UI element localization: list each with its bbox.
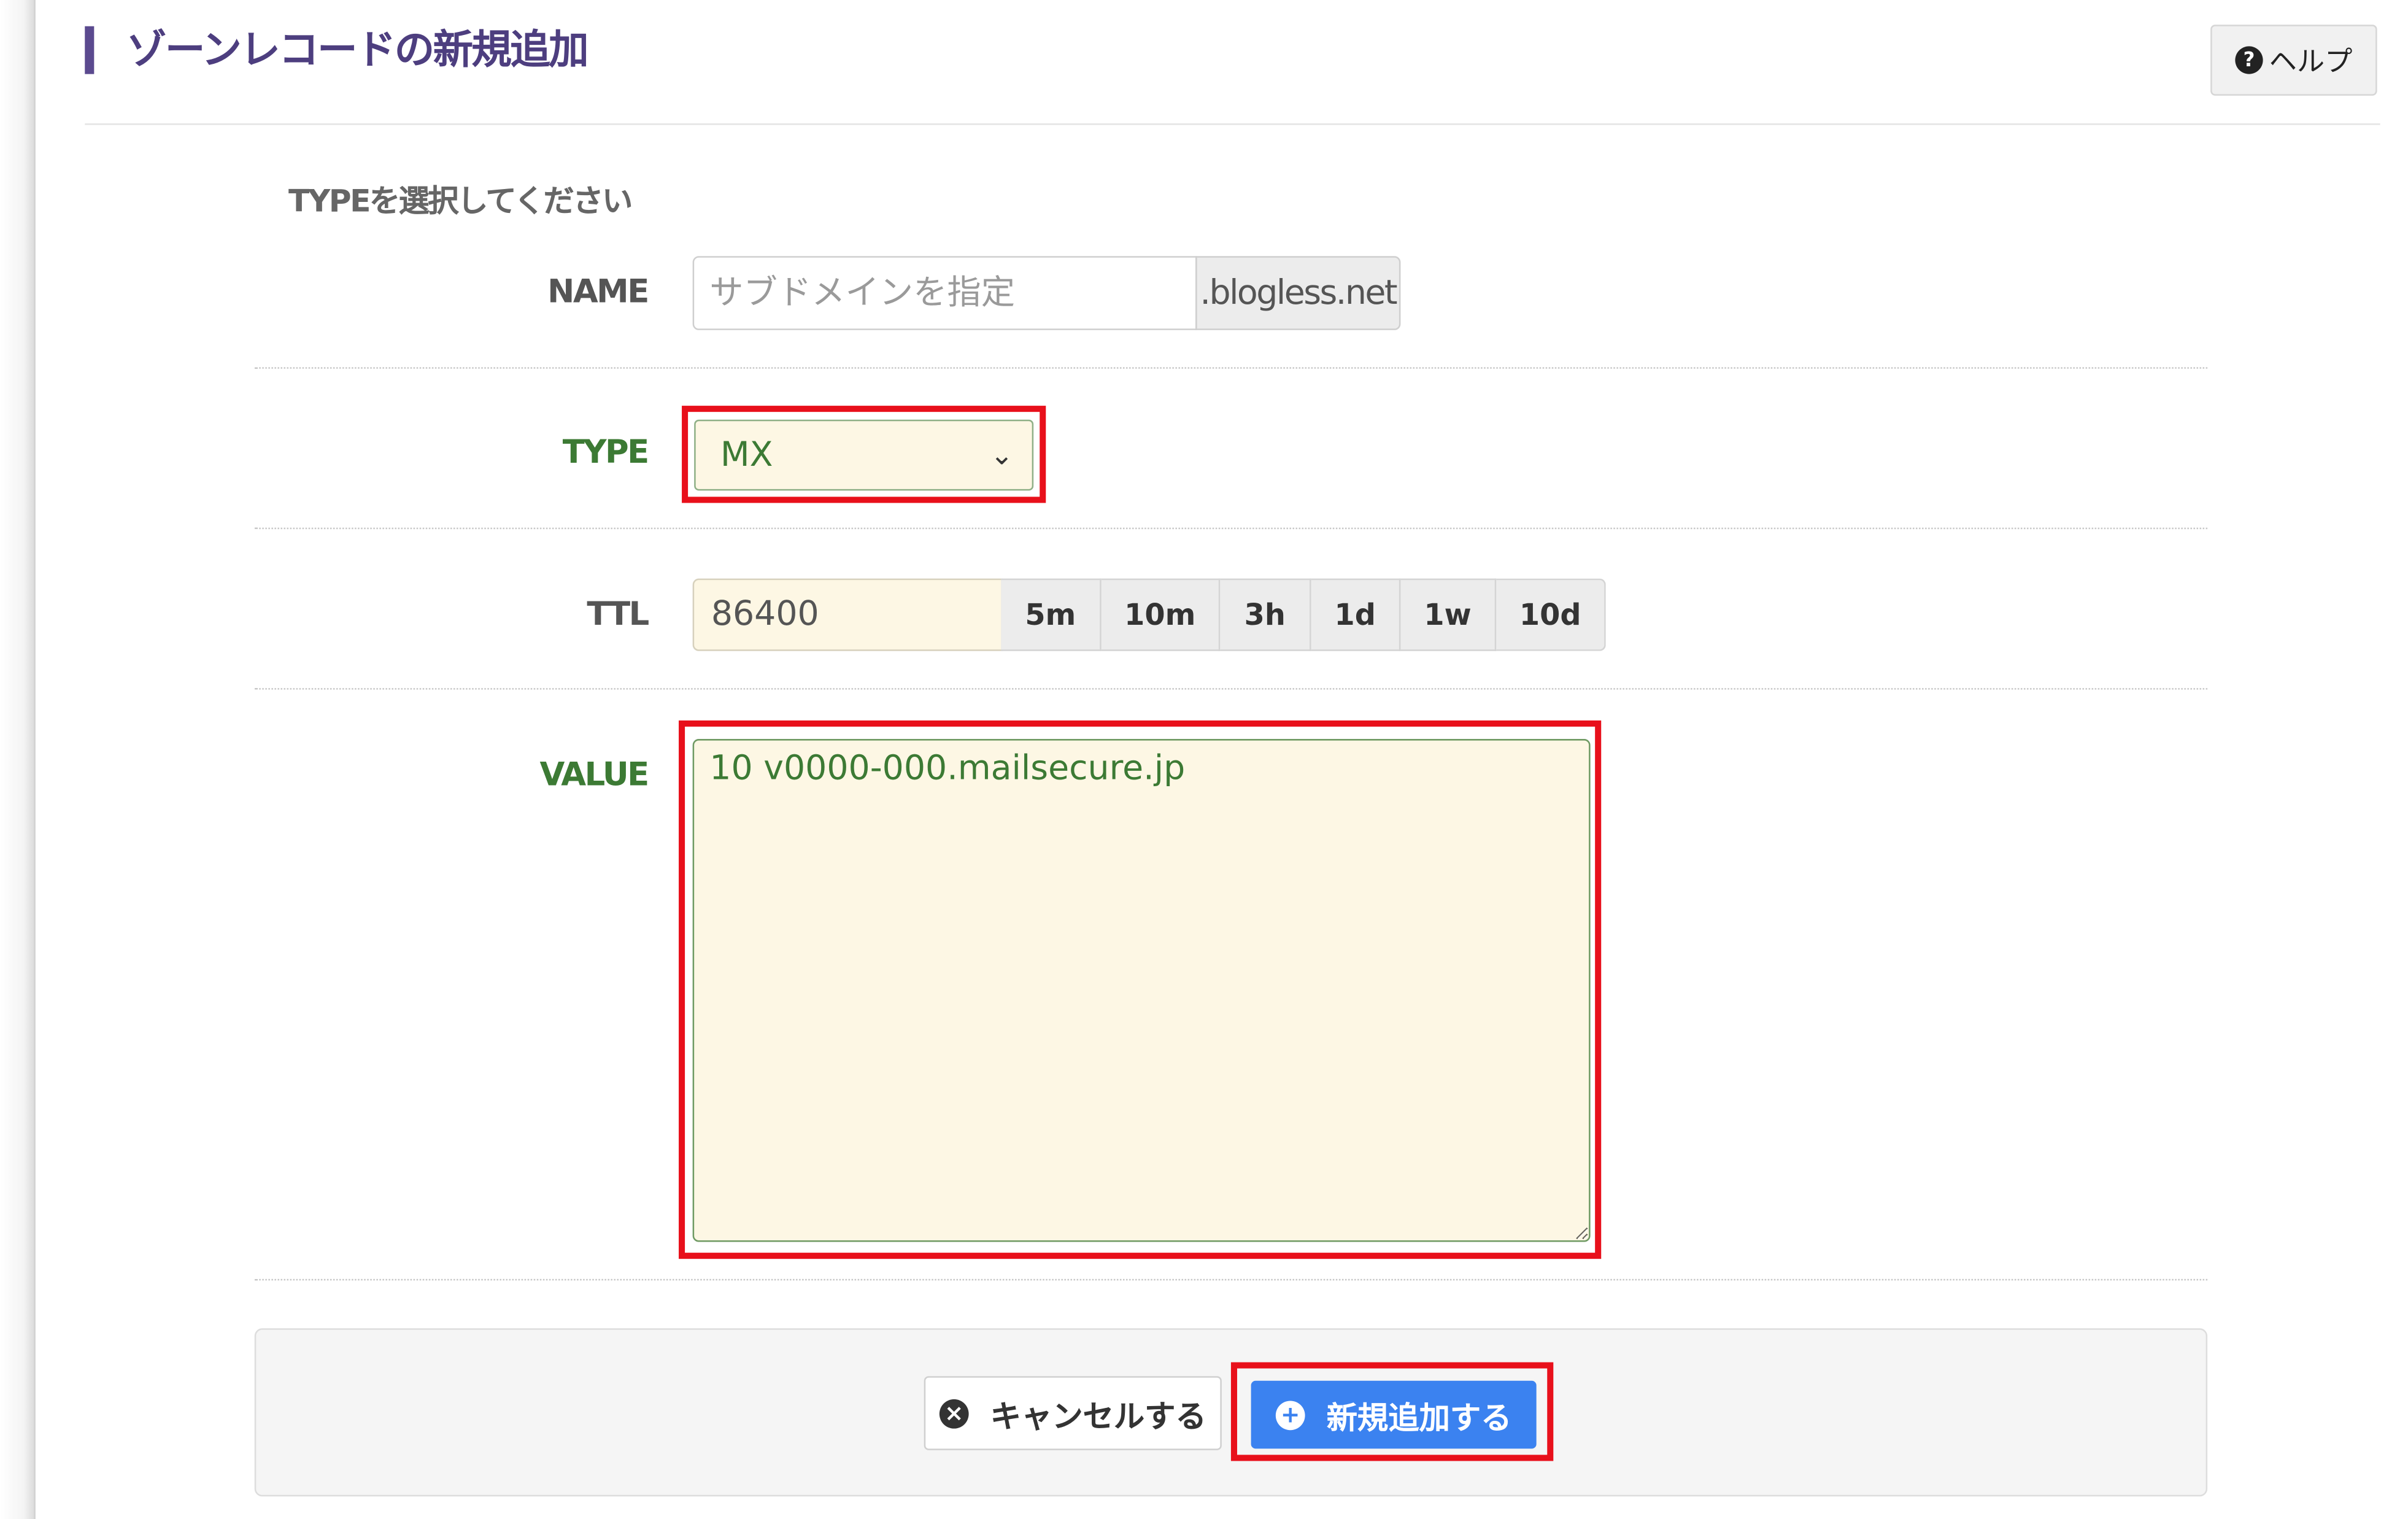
times-circle-icon: ×	[939, 1398, 969, 1428]
row-divider	[254, 527, 2208, 530]
subdomain-input[interactable]	[692, 256, 1197, 330]
ttl-preset-1w[interactable]: 1w	[1400, 578, 1497, 651]
type-selected-value: MX	[720, 436, 773, 474]
row-divider	[254, 688, 2208, 690]
ttl-preset-group: 5m 10m 3h 1d 1w 10d	[1001, 578, 1606, 651]
help-button-label: ヘルプ	[2269, 46, 2353, 79]
ttl-preset-5m[interactable]: 5m	[1001, 578, 1102, 651]
name-label: NAME	[547, 272, 649, 311]
left-border	[34, 0, 36, 1519]
add-record-button-label: 新規追加する	[1326, 1398, 1512, 1436]
title-accent-bar	[85, 26, 95, 74]
row-divider	[254, 1278, 2208, 1281]
question-circle-icon: ?	[2235, 46, 2263, 74]
help-button[interactable]: ? ヘルプ	[2210, 25, 2377, 96]
ttl-label: TTL	[587, 595, 649, 633]
type-select[interactable]: MX ⌄	[694, 419, 1034, 491]
page-title: ゾーンレコードの新規追加	[126, 28, 588, 74]
zone-record-form-page: ゾーンレコードの新規追加 ? ヘルプ TYPEを選択してください NAME .b…	[0, 0, 2408, 1519]
domain-suffix: .blogless.net	[1195, 256, 1401, 330]
type-label: TYPE	[562, 433, 649, 471]
row-divider	[254, 367, 2208, 369]
value-textarea[interactable]	[692, 739, 1591, 1242]
left-shadow	[0, 0, 34, 1519]
chevron-down-icon: ⌄	[990, 439, 1014, 471]
header-divider	[85, 123, 2380, 125]
ttl-input[interactable]	[692, 578, 1003, 651]
ttl-preset-3h[interactable]: 3h	[1220, 578, 1311, 651]
cancel-button-label: キャンセルする	[990, 1397, 1206, 1434]
type-instruction: TYPEを選択してください	[288, 182, 633, 219]
cancel-button[interactable]: × キャンセルする	[924, 1376, 1222, 1450]
ttl-preset-10d[interactable]: 10d	[1496, 578, 1606, 651]
value-label: VALUE	[539, 756, 649, 794]
ttl-preset-1d[interactable]: 1d	[1311, 578, 1401, 651]
add-record-button[interactable]: + 新規追加する	[1251, 1380, 1537, 1449]
ttl-preset-10m[interactable]: 10m	[1101, 578, 1221, 651]
plus-circle-icon: +	[1275, 1400, 1305, 1429]
